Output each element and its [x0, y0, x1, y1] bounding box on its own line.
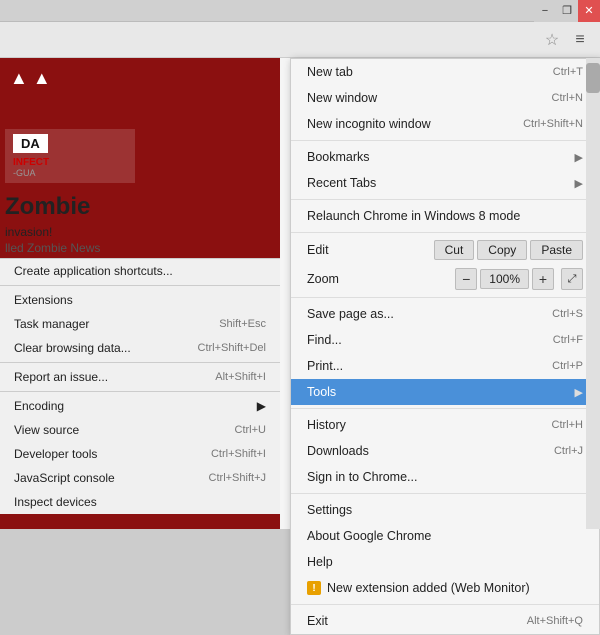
- tools-submenu: Create application shortcuts... Extensio…: [0, 258, 280, 514]
- title-bar-buttons: − ❐ ✕: [534, 0, 600, 22]
- left-menu-divider-3: [0, 391, 280, 392]
- title-bar: − ❐ ✕: [0, 0, 600, 22]
- menu-divider-1: [291, 140, 599, 141]
- about-item[interactable]: About Google Chrome: [291, 523, 599, 549]
- fullscreen-button[interactable]: ⤢: [561, 268, 583, 290]
- menu-divider-6: [291, 493, 599, 494]
- menu-icon: ≡: [575, 31, 584, 49]
- clear-browsing-item[interactable]: Clear browsing data... Ctrl+Shift+Del: [0, 336, 280, 360]
- copy-button[interactable]: Copy: [477, 240, 527, 260]
- tools-item[interactable]: Tools ▶: [291, 379, 599, 405]
- new-tab-item[interactable]: New tab Ctrl+T: [291, 59, 599, 85]
- zoom-in-button[interactable]: +: [532, 268, 554, 290]
- print-item[interactable]: Print... Ctrl+P: [291, 353, 599, 379]
- sign-in-item[interactable]: Sign in to Chrome...: [291, 464, 599, 490]
- left-menu-divider-1: [0, 285, 280, 286]
- extensions-item[interactable]: Extensions: [0, 288, 280, 312]
- relaunch-item[interactable]: Relaunch Chrome in Windows 8 mode: [291, 203, 599, 229]
- report-issue-item[interactable]: Report an issue... Alt+Shift+I: [0, 365, 280, 389]
- close-button[interactable]: ✕: [578, 0, 600, 22]
- zombie-arrows: ▲ ▲: [10, 68, 275, 89]
- paste-button[interactable]: Paste: [530, 240, 583, 260]
- scrollbar-thumb[interactable]: [586, 63, 600, 93]
- extension-item[interactable]: ! New extension added (Web Monitor): [291, 575, 599, 601]
- new-incognito-item[interactable]: New incognito window Ctrl+Shift+N: [291, 111, 599, 137]
- zoom-row: Zoom − 100% + ⤢: [291, 264, 599, 294]
- left-menu-divider-2: [0, 362, 280, 363]
- menu-divider-2: [291, 199, 599, 200]
- zoom-controls: − 100% + ⤢: [455, 268, 583, 290]
- recent-tabs-item[interactable]: Recent Tabs ▶: [291, 170, 599, 196]
- menu-divider-5: [291, 408, 599, 409]
- menu-divider-4: [291, 297, 599, 298]
- cut-button[interactable]: Cut: [434, 240, 475, 260]
- settings-item[interactable]: Settings: [291, 497, 599, 523]
- create-shortcuts-item[interactable]: Create application shortcuts...: [0, 259, 280, 283]
- save-page-item[interactable]: Save page as... Ctrl+S: [291, 301, 599, 327]
- zombie-invasion: invasion!: [0, 225, 280, 239]
- menu-button[interactable]: ≡: [566, 26, 594, 54]
- star-button[interactable]: ☆: [538, 26, 566, 54]
- bookmarks-item[interactable]: Bookmarks ▶: [291, 144, 599, 170]
- maximize-button[interactable]: ❐: [556, 0, 578, 22]
- javascript-console-item[interactable]: JavaScript console Ctrl+Shift+J: [0, 466, 280, 490]
- encoding-item[interactable]: Encoding ▶: [0, 394, 280, 418]
- help-item[interactable]: Help: [291, 549, 599, 575]
- browser-toolbar: ☆ ≡: [0, 22, 600, 58]
- downloads-item[interactable]: Downloads Ctrl+J: [291, 438, 599, 464]
- find-item[interactable]: Find... Ctrl+F: [291, 327, 599, 353]
- zoom-value: 100%: [480, 269, 529, 289]
- menu-divider-3: [291, 232, 599, 233]
- history-item[interactable]: History Ctrl+H: [291, 412, 599, 438]
- browser-window: − ❐ ✕ ☆ ≡ ▲ ▲ DA INFECT -GUA Zombie inva…: [0, 0, 600, 529]
- menu-divider-7: [291, 604, 599, 605]
- minimize-button[interactable]: −: [534, 0, 556, 22]
- scrollbar[interactable]: [586, 58, 600, 529]
- inspect-devices-item[interactable]: Inspect devices: [0, 490, 280, 514]
- chrome-menu: New tab Ctrl+T New window Ctrl+N New inc…: [290, 58, 600, 635]
- task-manager-item[interactable]: Task manager Shift+Esc: [0, 312, 280, 336]
- exit-item[interactable]: Exit Alt+Shift+Q: [291, 608, 599, 634]
- zombie-title: Zombie: [0, 193, 90, 220]
- edit-row: Edit Cut Copy Paste: [291, 236, 599, 264]
- edit-buttons: Cut Copy Paste: [434, 240, 583, 260]
- new-window-item[interactable]: New window Ctrl+N: [291, 85, 599, 111]
- star-icon: ☆: [545, 30, 559, 50]
- developer-tools-item[interactable]: Developer tools Ctrl+Shift+I: [0, 442, 280, 466]
- view-source-item[interactable]: View source Ctrl+U: [0, 418, 280, 442]
- zoom-out-button[interactable]: −: [455, 268, 477, 290]
- zombie-called: lled Zombie News: [0, 241, 280, 255]
- zombie-sign-top: DA: [21, 136, 40, 151]
- extension-icon: !: [307, 581, 321, 595]
